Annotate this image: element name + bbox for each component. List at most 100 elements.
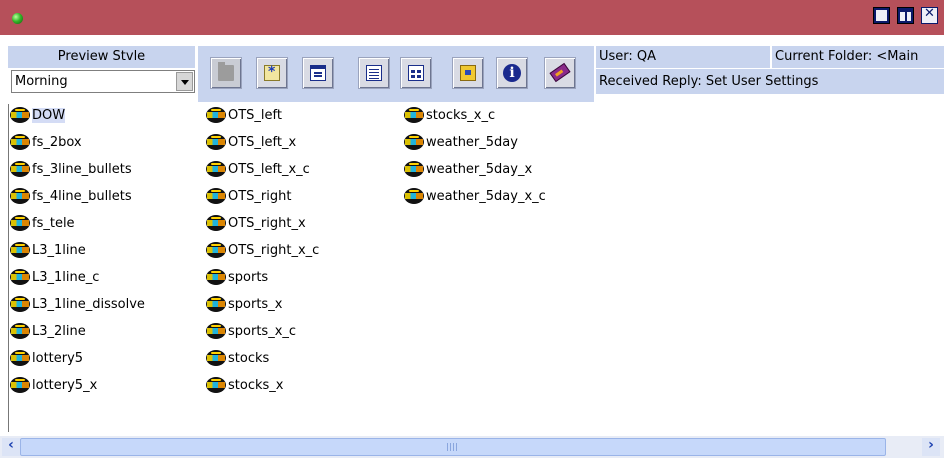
- list-item[interactable]: OTS_right_x_c: [206, 241, 319, 261]
- chevron-down-icon[interactable]: [176, 72, 193, 91]
- list-item-label: sports_x_c: [228, 324, 297, 339]
- list-item[interactable]: L3_1line_c: [10, 268, 99, 288]
- list-item[interactable]: weather_5day_x_c: [404, 187, 546, 207]
- list-item[interactable]: fs_4line_bullets: [10, 187, 132, 207]
- minimize-button[interactable]: [873, 7, 890, 24]
- app-status-icon: [12, 13, 23, 24]
- list-item-label: L3_1line_c: [32, 270, 100, 285]
- list-item[interactable]: L3_2line: [10, 322, 86, 342]
- demo-file-icon: [206, 133, 226, 150]
- open-folder-button[interactable]: [210, 57, 242, 89]
- demo-file-icon: [10, 349, 30, 366]
- list-item[interactable]: lottery5: [10, 349, 83, 369]
- demo-file-icon: [206, 349, 226, 366]
- list-item[interactable]: DOW: [10, 106, 66, 126]
- info-button[interactable]: [496, 57, 528, 89]
- list-item[interactable]: fs_tele: [10, 214, 75, 234]
- demo-file-icon: [10, 241, 30, 258]
- horizontal-scrollbar[interactable]: ‹ ›: [0, 436, 944, 458]
- list-item-label: weather_5day_x: [426, 162, 533, 177]
- preview-style-label: Preview Stvle: [8, 46, 195, 68]
- details-view-button[interactable]: [358, 57, 390, 89]
- demo-file-icon: [10, 187, 30, 204]
- scroll-right-button[interactable]: ›: [922, 437, 940, 456]
- close-button[interactable]: ✕: [921, 6, 938, 24]
- list-item[interactable]: L3_1line: [10, 241, 86, 261]
- list-item[interactable]: L3_1line_dissolve: [10, 295, 145, 315]
- preview-style-dropdown[interactable]: Morning: [11, 70, 195, 93]
- list-item[interactable]: lottery5_x: [10, 376, 97, 396]
- list-item-label: L3_2line: [32, 324, 86, 339]
- list-item[interactable]: sports: [206, 268, 268, 288]
- properties-button[interactable]: [302, 57, 334, 89]
- current-folder-label: Current Folder: <Main: [771, 46, 944, 68]
- demo-file-icon: [206, 187, 226, 204]
- list-item[interactable]: stocks_x: [206, 376, 283, 396]
- grip-icon: [447, 443, 459, 451]
- list-item-label: L3_1line_dissolve: [32, 297, 145, 312]
- list-item[interactable]: weather_5day_x: [404, 160, 532, 180]
- list-item-label: weather_5day_x_c: [426, 189, 546, 204]
- list-item-label: stocks_x: [228, 378, 284, 393]
- scroll-left-button[interactable]: ‹: [2, 437, 20, 456]
- list-item[interactable]: OTS_left_x: [206, 133, 296, 153]
- info-icon: [503, 64, 521, 82]
- list-item-label: fs_3line_bullets: [32, 162, 132, 177]
- list-item-label: lottery5: [32, 351, 84, 366]
- list-item-label: OTS_left_x: [228, 135, 297, 150]
- demo-file-icon: [206, 322, 226, 339]
- demo-file-icon: [10, 376, 30, 393]
- demo-file-icon: [10, 106, 30, 123]
- list-item-label: fs_2box: [32, 135, 82, 150]
- list-item[interactable]: fs_2box: [10, 133, 82, 153]
- user-label: User: QA: [596, 46, 770, 68]
- list-item-label: weather_5day: [426, 135, 518, 150]
- demo-file-icon: [404, 106, 424, 123]
- demo-file-icon: [10, 133, 30, 150]
- list-item[interactable]: stocks: [206, 349, 269, 369]
- demo-file-icon: [10, 268, 30, 285]
- list-item-label: stocks_x_c: [426, 108, 496, 123]
- list-item[interactable]: sports_x_c: [206, 322, 296, 342]
- list-item[interactable]: weather_5day: [404, 133, 518, 153]
- title-bar: ✕: [0, 0, 944, 35]
- list-item-label: sports: [228, 270, 269, 285]
- close-icon: ✕: [924, 6, 935, 21]
- folder-tools-button[interactable]: [452, 57, 484, 89]
- list-item[interactable]: OTS_right: [206, 187, 291, 207]
- demo-file-icon: [206, 376, 226, 393]
- details-view-icon: [366, 65, 382, 81]
- dialog-icon: [310, 65, 326, 81]
- folder-icon: [218, 62, 234, 81]
- list-item-label: OTS_left: [228, 108, 282, 123]
- list-item-label: stocks: [228, 351, 270, 366]
- folder-tool-icon: [460, 65, 476, 81]
- new-item-button[interactable]: [256, 57, 288, 89]
- file-list: DOW fs_2box fs_3line_bullets fs_4line_bu…: [0, 104, 944, 434]
- list-item-label: OTS_right_x_c: [228, 243, 320, 258]
- maximize-button[interactable]: [897, 7, 914, 24]
- list-view-button[interactable]: [400, 57, 432, 89]
- asterisk-icon: [264, 64, 280, 81]
- list-item[interactable]: stocks_x_c: [404, 106, 495, 126]
- reply-status-text: Received Reply: Set User Settings: [596, 69, 944, 94]
- preview-style-panel: Preview Stvle Morning: [8, 46, 195, 102]
- demo-file-icon: [206, 268, 226, 285]
- demo-file-icon: [10, 322, 30, 339]
- list-item[interactable]: fs_3line_bullets: [10, 160, 132, 180]
- demo-file-icon: [10, 160, 30, 177]
- demo-file-icon: [206, 241, 226, 258]
- scrollbar-thumb[interactable]: [20, 438, 886, 456]
- list-item[interactable]: OTS_left_x_c: [206, 160, 310, 180]
- help-button[interactable]: [544, 57, 576, 89]
- list-item[interactable]: sports_x: [206, 295, 282, 315]
- toolbar: [198, 46, 594, 102]
- list-item-label: OTS_right_x: [228, 216, 306, 231]
- demo-file-icon: [10, 295, 30, 312]
- list-item-label: OTS_right: [228, 189, 292, 204]
- list-item-label: sports_x: [228, 297, 283, 312]
- list-item[interactable]: OTS_left: [206, 106, 282, 126]
- list-item[interactable]: OTS_right_x: [206, 214, 306, 234]
- list-item-label: L3_1line: [32, 243, 86, 258]
- list-view-icon: [408, 65, 424, 81]
